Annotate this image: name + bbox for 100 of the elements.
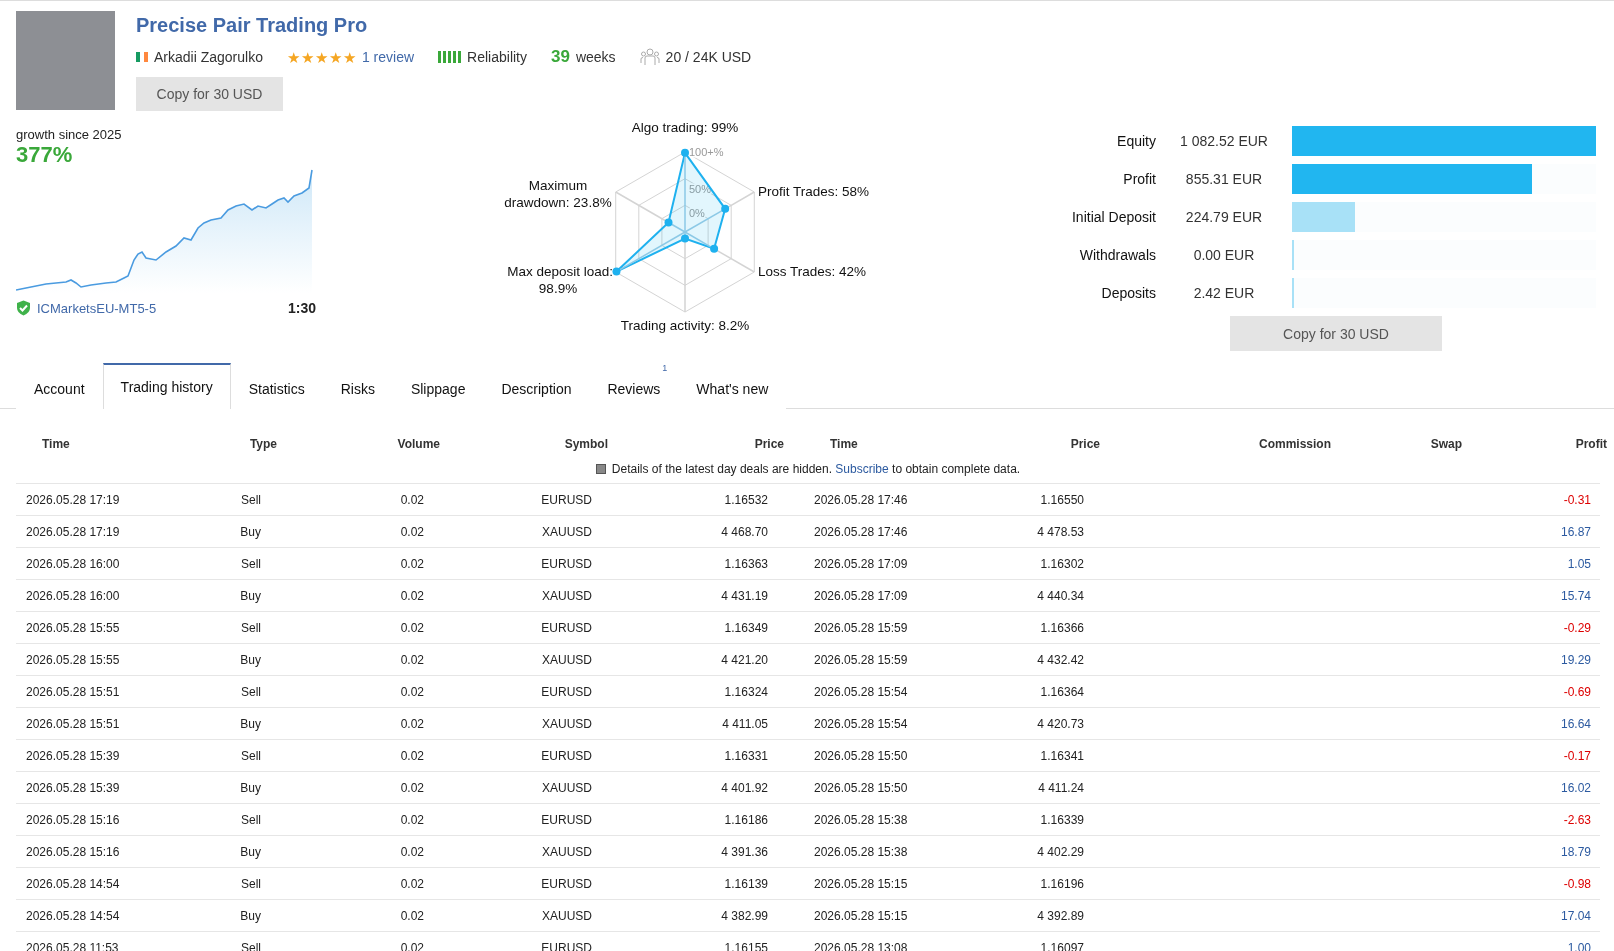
table-cell-text: 2026.05.28 11:53 — [25, 940, 120, 951]
copy-button[interactable]: Copy for 30 USD — [136, 77, 283, 111]
growth-value: 377% — [16, 142, 74, 168]
table-cell-text: EURUSD — [540, 684, 592, 699]
radar-label: Profit Trades: 58% — [758, 184, 870, 199]
reviews-link[interactable]: 1 review — [361, 49, 415, 65]
column-header: Time — [41, 437, 71, 451]
table-cell-text: 2026.05.28 17:19 — [25, 492, 121, 507]
table-cell-text: 4 411.05 — [721, 716, 768, 731]
star-icon: ★ — [314, 49, 328, 65]
table-cell-text: 2026.05.28 17:46 — [813, 524, 909, 539]
table-cell-text: 4 411.24 — [1037, 780, 1084, 795]
table-cell-text: 17.04 — [1559, 908, 1592, 923]
table-cell-text: Buy — [239, 588, 261, 603]
table-cell-text: 1.16366 — [1039, 620, 1084, 635]
table-cell-text: 4 392.89 — [1036, 908, 1084, 923]
table-cell-text: 2026.05.28 17:09 — [813, 556, 909, 571]
table-cell-text: 2026.05.28 13:08 — [813, 940, 909, 951]
radar-label: Maximum drawdown: 23.8% — [504, 178, 612, 210]
table-cell-text: 0.02 — [399, 780, 424, 795]
table-cell-text: Sell — [240, 556, 261, 571]
weeks-label: weeks — [575, 49, 616, 65]
table-cell-text: 1.16196 — [1039, 876, 1084, 891]
radar-label: Loss Trades: 42% — [758, 264, 867, 279]
radar-point — [710, 244, 719, 253]
table-cell-text: 0.02 — [399, 620, 424, 635]
radar-point — [721, 204, 730, 213]
radar-label: Trading activity: 8.2% — [620, 318, 750, 333]
balance-value: 224.79 EUR — [1184, 209, 1264, 225]
table-cell-text: 1.16550 — [1039, 492, 1084, 507]
table-cell-text: 0.02 — [399, 844, 424, 859]
table-cell-text: 16.64 — [1559, 716, 1592, 731]
table-cell-text: 2026.05.28 17:09 — [813, 588, 909, 603]
subscribers-count: 20 / 24K USD — [665, 49, 752, 65]
table-cell-text: Buy — [239, 780, 261, 795]
table-cell-text: -0.31 — [1562, 492, 1592, 507]
table-cell-text: EURUSD — [540, 876, 592, 891]
table-cell-text: 2026.05.28 15:15 — [813, 876, 909, 891]
table-cell-text: 0.02 — [399, 556, 424, 571]
table-cell-text: 2026.05.28 15:54 — [813, 684, 909, 699]
table-cell-text: 2026.05.28 15:16 — [25, 844, 121, 859]
table-cell-text: 1.16097 — [1039, 940, 1084, 951]
column-header: Type — [248, 437, 277, 451]
table-cell-text: 2026.05.28 15:39 — [25, 748, 121, 763]
column-header: Commission — [1258, 437, 1331, 451]
table-cell-text: 2026.05.28 15:39 — [25, 780, 121, 795]
balance-value: 2.42 EUR — [1192, 285, 1256, 301]
table-cell-text: 2026.05.28 15:51 — [25, 684, 121, 699]
table-cell-text: 1.16331 — [723, 748, 768, 763]
notice-text: Details of the latest day deals are hidden. Subscribe to obtain complete data. — [611, 462, 1021, 476]
table-cell-text: 4 391.36 — [720, 844, 768, 859]
table-cell-text: Sell — [240, 492, 261, 507]
table-cell-text: 2026.05.28 16:00 — [25, 556, 121, 571]
column-header: Price — [1069, 437, 1100, 451]
balance-label: Deposits — [1100, 285, 1156, 301]
table-cell-text: XAUUSD — [541, 588, 592, 603]
radar-label: Max deposit load: 98.9% — [507, 264, 613, 296]
subscribe-link[interactable]: Subscribe — [835, 462, 889, 476]
ring-label: 0% — [689, 207, 705, 220]
table-cell-text: XAUUSD — [541, 908, 592, 923]
author-name[interactable]: Arkadii Zagorulko — [154, 49, 263, 65]
table-cell-text: 2026.05.28 17:46 — [813, 492, 909, 507]
table-cell-text: Sell — [240, 684, 261, 699]
table-cell-text: XAUUSD — [541, 716, 592, 731]
table-cell-text: 0.02 — [399, 748, 424, 763]
table-cell-text: -0.69 — [1562, 684, 1592, 699]
table-cell-text: EURUSD — [540, 812, 592, 827]
table-cell-text: Sell — [240, 748, 261, 763]
radar-point — [681, 234, 689, 243]
radar-point — [612, 267, 621, 276]
table-cell-text: 0.02 — [399, 876, 424, 891]
table-cell-text: -0.17 — [1562, 748, 1592, 763]
table-cell-text: Buy — [239, 844, 261, 859]
growth-caption: growth since 2025 — [16, 127, 123, 142]
table-cell-text: 2026.05.28 15:38 — [813, 844, 909, 859]
table-cell-text: 0.02 — [399, 716, 424, 731]
table-cell-text: 4 401.92 — [720, 780, 768, 795]
broker-link[interactable]: ICMarketsEU-MT5-5 — [37, 300, 157, 316]
copy-button[interactable]: Copy for 30 USD — [1230, 316, 1442, 351]
table-cell-text: 1.16349 — [723, 620, 768, 635]
table-cell-text: 0.02 — [399, 524, 424, 539]
table-cell-text: 2026.05.28 16:00 — [25, 588, 121, 603]
table-cell-text: 0.02 — [399, 812, 424, 827]
table-cell-text: 4 382.99 — [720, 908, 768, 923]
table-cell-text: 18.79 — [1559, 844, 1592, 859]
table-cell-text: -2.63 — [1562, 812, 1592, 827]
table-cell-text: 4 468.70 — [720, 524, 768, 539]
leverage-value: 1:30 — [287, 300, 316, 316]
table-cell-text: EURUSD — [540, 940, 592, 951]
balance-label: Initial Deposit — [1070, 209, 1156, 225]
radar-point — [681, 148, 689, 157]
signal-title[interactable]: Precise Pair Trading Pro — [136, 14, 368, 37]
weeks-value: 39 — [551, 47, 570, 67]
table-cell-text: 4 431.19 — [720, 588, 768, 603]
table-cell-text: XAUUSD — [541, 652, 592, 667]
tab[interactable]: Trading history — [102, 363, 231, 409]
table-cell-text: Buy — [239, 716, 261, 731]
table-cell-text: 1.00 — [1566, 940, 1592, 951]
table-cell-text: EURUSD — [540, 492, 592, 507]
table-cell-text: XAUUSD — [541, 780, 592, 795]
